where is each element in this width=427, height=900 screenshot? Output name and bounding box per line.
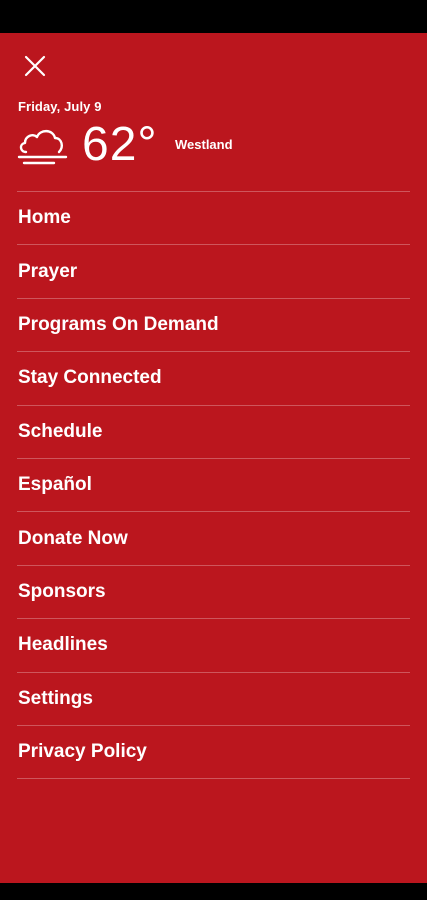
menu-item-label: Programs On Demand [18, 313, 219, 335]
navigation-drawer: Friday, July 9 62° Westland Home Prayer … [0, 33, 427, 883]
menu-item-stay-connected[interactable]: Stay Connected [17, 351, 410, 404]
menu-item-label: Headlines [18, 634, 108, 656]
menu-item-label: Home [18, 207, 71, 229]
menu-item-label: Español [18, 474, 92, 496]
cloudy-fog-icon [17, 129, 68, 165]
menu-item-label: Schedule [18, 420, 103, 442]
current-date: Friday, July 9 [18, 99, 102, 114]
menu-item-settings[interactable]: Settings [17, 671, 410, 725]
menu-item-prayer[interactable]: Prayer [17, 244, 410, 297]
menu-item-label: Privacy Policy [18, 741, 147, 763]
menu-item-donate-now[interactable]: Donate Now [17, 511, 410, 564]
temperature: 62° [82, 118, 158, 171]
menu-item-label: Donate Now [18, 527, 128, 549]
menu-list: Home Prayer Programs On Demand Stay Conn… [17, 191, 410, 780]
menu-item-home[interactable]: Home [17, 191, 410, 244]
close-button[interactable] [20, 51, 50, 81]
weather-location: Westland [175, 137, 233, 152]
menu-item-label: Prayer [18, 260, 78, 282]
menu-item-sponsors[interactable]: Sponsors [17, 564, 410, 618]
menu-item-schedule[interactable]: Schedule [17, 404, 410, 458]
menu-item-privacy-policy[interactable]: Privacy Policy [17, 724, 410, 780]
menu-item-espanol[interactable]: Español [17, 457, 410, 511]
menu-item-headlines[interactable]: Headlines [17, 618, 410, 671]
menu-item-label: Sponsors [18, 580, 106, 602]
menu-item-label: Settings [18, 687, 93, 709]
close-icon [24, 55, 46, 77]
status-bar [0, 0, 427, 33]
menu-item-label: Stay Connected [18, 367, 162, 389]
system-navigation-bar [0, 883, 427, 900]
menu-item-programs-on-demand[interactable]: Programs On Demand [17, 297, 410, 351]
